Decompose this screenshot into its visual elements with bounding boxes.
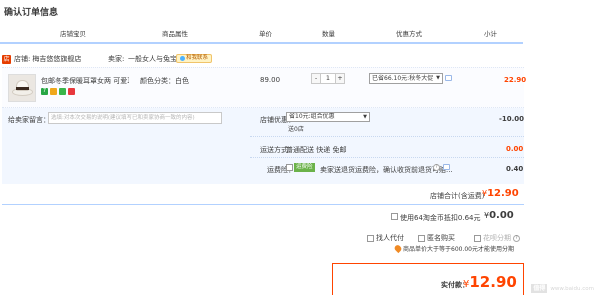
proxy-pay-label: 找人代付 bbox=[376, 234, 404, 242]
col-store-item: 店铺宝贝 bbox=[60, 30, 86, 38]
anonymous-checkbox[interactable] bbox=[418, 234, 425, 242]
hat-band-shape bbox=[16, 87, 29, 90]
pay-summary: 实付款： ¥12.90 bbox=[332, 263, 524, 295]
qty-decrease-button[interactable]: - bbox=[311, 73, 321, 84]
discount-select[interactable]: 省10元:组合优惠 ▼ bbox=[286, 112, 370, 122]
contact-seller-button[interactable]: 和我联系 bbox=[176, 54, 213, 63]
help-icon[interactable]: ? bbox=[433, 164, 440, 171]
qty-increase-button[interactable]: + bbox=[335, 73, 345, 84]
item-attr: 颜色分类：白色 bbox=[140, 77, 189, 85]
chat-bubble-icon bbox=[180, 56, 185, 61]
store-row: 店 店铺: 梅吉悠悠旗舰店 卖家: 一般女人与兔宝宝 和我联系 bbox=[2, 53, 562, 65]
discount-select-value: 省10元:组合优惠 bbox=[289, 113, 335, 120]
location-pin-icon bbox=[393, 243, 403, 254]
anonymous-option[interactable]: 匿名购买 bbox=[418, 233, 455, 243]
installment-checkbox bbox=[474, 234, 481, 242]
watermark-text: www.baidu.com bbox=[550, 285, 594, 292]
discount-amount: -10.00 bbox=[499, 115, 525, 123]
service-icon-green bbox=[59, 88, 66, 95]
chevron-down-icon: ▼ bbox=[436, 75, 440, 81]
divider bbox=[250, 136, 524, 137]
insurance-checkbox[interactable] bbox=[286, 164, 293, 171]
pay-amount-value: 12.90 bbox=[469, 273, 517, 291]
seller-label: 卖家: bbox=[108, 55, 125, 63]
store-icon: 店 bbox=[2, 54, 11, 64]
col-promo: 优惠方式 bbox=[396, 30, 422, 38]
promo-info-icon[interactable] bbox=[445, 75, 452, 81]
service-icon-orange bbox=[50, 88, 57, 95]
store-total-row: 店铺合计(含运费) ¥12.90 bbox=[2, 187, 524, 205]
item-row: 包邮冬季保暖耳罩女两 可爱耳... 7 颜色分类：白色 89.00 - 1 + … bbox=[2, 67, 527, 108]
store-total-value: 12.90 bbox=[487, 188, 519, 199]
col-price: 单价 bbox=[259, 30, 272, 38]
promo-select[interactable]: 已省66.10元:秋冬大促 ▼ bbox=[369, 73, 443, 84]
quantity-stepper: - 1 + bbox=[311, 73, 345, 84]
order-options: 给卖家留言： 选填:对本次交易的说明(建议填写已和卖家协商一致的内容) 店铺优惠… bbox=[2, 108, 524, 184]
item-subtotal: 22.90 bbox=[504, 76, 527, 84]
chevron-down-icon: ▼ bbox=[363, 114, 367, 120]
column-rule bbox=[0, 42, 523, 44]
installment-label: 花呗分期 bbox=[483, 234, 511, 242]
proxy-pay-option[interactable]: 找人代付 bbox=[367, 233, 404, 243]
shipping-amount: 0.00 bbox=[506, 145, 524, 153]
item-thumbnail[interactable] bbox=[8, 74, 36, 102]
column-header: 店铺宝贝 商品属性 单价 数量 优惠方式 小计 bbox=[0, 28, 600, 40]
promo-select-value: 已省66.10元:秋冬大促 bbox=[372, 75, 434, 82]
tmall-points-checkbox[interactable] bbox=[391, 213, 398, 220]
tmall-points-amount: ¥0.00 bbox=[484, 210, 514, 221]
tmall-points-row: 使用64淘金币抵扣0.64元 ¥0.00 bbox=[0, 210, 600, 224]
proxy-pay-checkbox[interactable] bbox=[367, 234, 374, 242]
divider bbox=[250, 157, 524, 158]
store-total-amount: ¥12.90 bbox=[482, 188, 519, 199]
col-subtotal: 小计 bbox=[484, 30, 497, 38]
insurance-badge: 运费险 bbox=[294, 163, 315, 172]
col-qty: 数量 bbox=[322, 30, 335, 38]
message-input[interactable]: 选填:对本次交易的说明(建议填写已和卖家协商一致的内容) bbox=[48, 112, 222, 124]
installment-limit-text: 商品单价大于等于600.00元才能使用分期 bbox=[403, 246, 514, 253]
tmall-points-text: 使用64淘金币抵扣0.64元 bbox=[400, 214, 481, 222]
page-title: 确认订单信息 bbox=[4, 8, 59, 18]
shipping-value: 普通配送 快递 免邮 bbox=[286, 146, 347, 154]
item-price: 89.00 bbox=[260, 76, 281, 84]
store-name-link[interactable]: 梅吉悠悠旗舰店 bbox=[32, 54, 81, 64]
store-label: 店铺: bbox=[14, 55, 31, 63]
anonymous-label: 匿名购买 bbox=[427, 234, 455, 242]
item-title-link[interactable]: 包邮冬季保暖耳罩女两 可爱耳... bbox=[41, 76, 129, 86]
message-label: 给卖家留言： bbox=[8, 116, 50, 124]
insurance-amount: 0.40 bbox=[506, 165, 524, 173]
qty-input[interactable]: 1 bbox=[321, 73, 335, 84]
col-attr: 商品属性 bbox=[162, 30, 188, 38]
installment-limit: 商品单价大于等于600.00元才能使用分期 bbox=[393, 243, 514, 254]
watermark: 值得 www.baidu.com bbox=[531, 284, 594, 293]
item-service-icons: 7 bbox=[41, 88, 75, 95]
pay-amount: ¥12.90 bbox=[463, 273, 517, 291]
help-icon[interactable]: ? bbox=[513, 234, 520, 242]
installment-option: 花呗分期 ? bbox=[474, 233, 520, 243]
info-icon[interactable] bbox=[443, 164, 450, 170]
tmall-points-value: 0.00 bbox=[489, 210, 514, 221]
seven-day-return-icon: 7 bbox=[41, 88, 48, 95]
watermark-logo: 值得 bbox=[531, 284, 548, 293]
service-icon-red bbox=[68, 88, 75, 95]
contact-label: 和我联系 bbox=[186, 55, 209, 61]
discount-sub: 送0店 bbox=[288, 126, 304, 133]
store-total-label: 店铺合计(含运费) bbox=[430, 192, 485, 200]
